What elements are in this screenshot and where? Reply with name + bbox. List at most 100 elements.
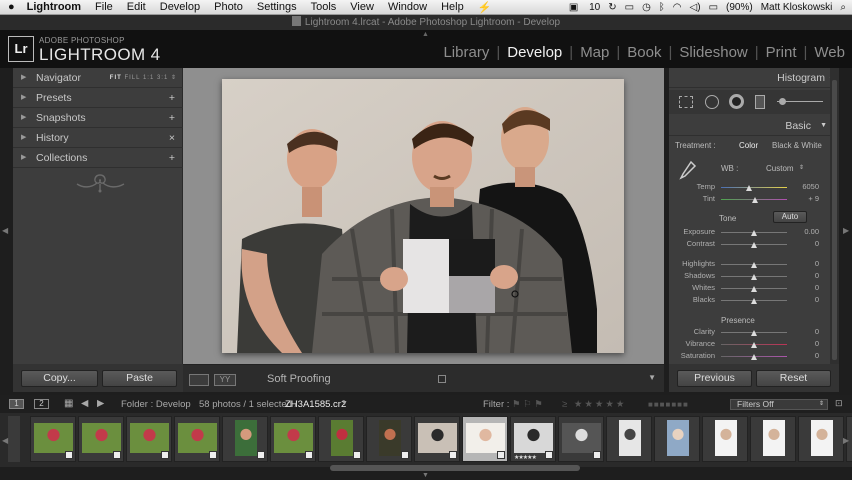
slider-value-saturation[interactable]: 0 [793,351,819,360]
filmstrip-thumb[interactable] [750,416,796,462]
crop-tool-icon[interactable] [679,96,693,108]
slider-knob-highlights[interactable] [751,262,757,268]
right-panel-scrollbar[interactable] [830,68,839,364]
flag-filter-icons[interactable]: ⚑ ⚐ ⚑ [512,399,543,410]
reset-button[interactable]: Reset [756,370,831,387]
bolt-icon[interactable]: ⚡ [478,1,492,14]
slider-value-shadows[interactable]: 0 [793,271,819,280]
bottom-panel-toggle-icon[interactable]: ▼ [422,472,429,479]
paste-button[interactable]: Paste [102,370,177,387]
add-snapshot-icon[interactable]: + [169,108,175,128]
add-collection-icon[interactable]: + [169,148,175,168]
menu-window[interactable]: Window [388,1,427,13]
menu-edit[interactable]: Edit [127,1,146,13]
filmstrip-thumb[interactable] [798,416,844,462]
zoom-3-1[interactable]: 3:1 [157,75,168,81]
filmstrip-scrollbar[interactable] [330,465,580,471]
previous-button[interactable]: Previous [677,370,752,387]
module-library[interactable]: Library [436,44,496,61]
treatment-color-option[interactable]: Color [739,141,758,150]
app-menu[interactable]: Lightroom [27,1,81,13]
module-web[interactable]: Web [807,44,852,61]
filmstrip-right-icon[interactable]: ▶ [843,436,849,445]
right-panel-toggle-icon[interactable]: ▶ [843,226,849,235]
forward-arrow-icon[interactable]: ▶ [97,398,104,409]
secondary-window-button[interactable]: 2 [34,399,49,409]
before-after-button[interactable]: YY [214,374,236,386]
zoom-1-1[interactable]: 1:1 [143,75,154,81]
menu-photo[interactable]: Photo [214,1,243,13]
menu-help[interactable]: Help [441,1,464,13]
filmstrip-thumb[interactable] [78,416,124,462]
loupe-view-button[interactable] [189,374,209,386]
menu-develop[interactable]: Develop [160,1,200,13]
clear-history-icon[interactable]: × [169,128,175,148]
filter-preset-select[interactable]: Filters Off ⇕ [730,399,828,410]
filename-dropdown-icon[interactable]: ▼ [341,400,348,407]
menu-file[interactable]: File [95,1,113,13]
slider-value-whites[interactable]: 0 [793,283,819,292]
slider-knob-vibrance[interactable] [751,342,757,348]
slider-knob-clarity[interactable] [751,330,757,336]
auto-tone-button[interactable]: Auto [773,211,807,223]
user-name[interactable]: Matt Kloskowski [761,2,833,13]
spot-removal-icon[interactable] [705,95,719,109]
red-eye-icon[interactable] [729,94,744,109]
spotlight-icon[interactable]: ⌕ [840,2,846,13]
menu-tools[interactable]: Tools [311,1,337,13]
wb-eyedropper-icon[interactable] [677,160,697,182]
top-panel-toggle-icon[interactable]: ▲ [422,31,429,38]
main-photo[interactable] [222,79,624,353]
apple-icon[interactable]: ● [8,1,15,13]
wb-select[interactable]: Custom [766,164,794,173]
histogram-header[interactable]: Histogram ◀ [669,68,839,88]
rating-filter-stars[interactable]: ≥ ★★★★★ [562,399,626,410]
slider-knob-tint[interactable] [752,197,759,203]
color-label-filter[interactable]: ■■■■■■■ [648,400,689,409]
filmstrip-thumb[interactable] [462,416,508,462]
slider-value-temp[interactable]: 6050 [793,182,819,191]
graduated-filter-icon[interactable] [755,95,765,109]
back-arrow-icon[interactable]: ◀ [81,398,88,409]
filmstrip-thumb[interactable] [30,416,76,462]
filmstrip-partial-thumb[interactable] [8,416,20,462]
slider-value-exposure[interactable]: 0.00 [793,227,819,236]
module-book[interactable]: Book [620,44,668,61]
copy-button[interactable]: Copy... [21,370,98,387]
history-header[interactable]: ▶ History × [13,128,183,148]
calendar-icon[interactable]: ▣ 10 [569,2,600,13]
filmstrip-thumb[interactable] [174,416,220,462]
filmstrip-thumb[interactable] [414,416,460,462]
filmstrip-thumb[interactable] [270,416,316,462]
left-panel-toggle-icon[interactable]: ◀ [2,226,8,235]
bluetooth-icon[interactable]: ᛒ [659,2,665,13]
slider-value-vibrance[interactable]: 0 [793,339,819,348]
filmstrip-left-icon[interactable]: ◀ [2,436,8,445]
treatment-bw-option[interactable]: Black & White [772,141,822,150]
menu-settings[interactable]: Settings [257,1,297,13]
snapshots-header[interactable]: ▶ Snapshots + [13,108,183,128]
zoom-fill[interactable]: FILL [124,75,140,81]
slider-knob-contrast[interactable] [751,242,757,248]
module-develop[interactable]: Develop [500,44,569,61]
add-preset-icon[interactable]: + [169,88,175,108]
slider-value-contrast[interactable]: 0 [793,239,819,248]
folder-source[interactable]: Folder : Develop [121,399,191,410]
menu-view[interactable]: View [350,1,374,13]
slider-knob-whites[interactable] [751,286,757,292]
sync-icon[interactable]: ↻ [608,2,616,13]
slider-knob-temp[interactable] [745,185,752,191]
toolbar-menu-icon[interactable]: ▼ [648,373,656,382]
timemachine-icon[interactable]: ◷ [642,2,651,13]
slider-value-highlights[interactable]: 0 [793,259,819,268]
slider-knob-blacks[interactable] [751,298,757,304]
navigator-header[interactable]: ▶ Navigator FIT FILL 1:1 3:1 ⇕ [13,68,183,88]
scroll-thumb[interactable] [832,80,837,360]
module-slideshow[interactable]: Slideshow [672,44,754,61]
slider-knob-exposure[interactable] [751,230,757,236]
battery-icon[interactable]: ▭ [709,2,718,13]
module-print[interactable]: Print [759,44,804,61]
basic-header[interactable]: Basic ▼ [669,116,839,136]
filmstrip-thumb[interactable] [126,416,172,462]
module-map[interactable]: Map [573,44,616,61]
